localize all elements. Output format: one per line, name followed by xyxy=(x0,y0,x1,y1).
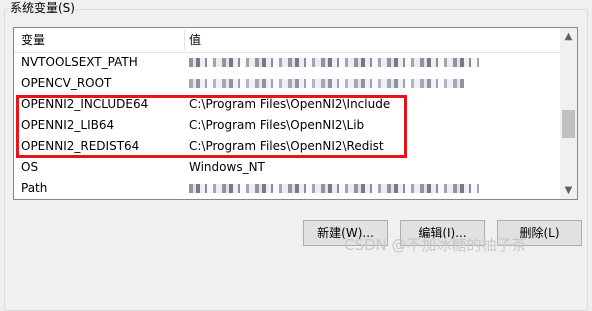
system-variables-title: 系统变量(S) xyxy=(8,1,77,15)
redacted-value xyxy=(189,79,464,88)
list-item[interactable]: OS Windows_NT xyxy=(14,157,561,178)
list-rows: NVTOOLSEXT_PATH OPENCV_ROOT OPENNI2_INCL… xyxy=(14,52,561,199)
variable-value: Windows_NT xyxy=(189,160,265,174)
column-divider[interactable] xyxy=(184,30,185,50)
list-item[interactable]: OPENNI2_LIB64 C:\Program Files\OpenNI2\L… xyxy=(14,115,561,136)
list-item[interactable]: Path xyxy=(14,178,561,199)
list-header: 变量 值 xyxy=(14,28,561,53)
variable-name: OPENNI2_REDIST64 xyxy=(21,139,140,153)
variable-name: OPENCV_ROOT xyxy=(21,76,112,90)
scroll-up-arrow-icon[interactable]: ▲ xyxy=(560,28,577,45)
watermark: CSDN @不加冰糖的柚子茶 xyxy=(344,236,527,254)
system-variables-list[interactable]: 变量 值 NVTOOLSEXT_PATH OPENCV_ROOT OPENNI2… xyxy=(13,27,578,200)
list-item[interactable]: OPENCV_ROOT xyxy=(14,73,561,94)
list-item[interactable]: OPENNI2_REDIST64 C:\Program Files\OpenNI… xyxy=(14,136,561,157)
variable-value: C:\Program Files\OpenNI2\Lib xyxy=(189,118,365,132)
variable-name: OPENNI2_INCLUDE64 xyxy=(21,97,149,111)
column-header-value[interactable]: 值 xyxy=(189,28,201,52)
scrollbar-thumb[interactable] xyxy=(562,110,575,138)
redacted-value xyxy=(189,58,479,67)
list-item[interactable]: NVTOOLSEXT_PATH xyxy=(14,52,561,73)
column-header-variable[interactable]: 变量 xyxy=(21,28,45,52)
variable-name: OPENNI2_LIB64 xyxy=(21,118,115,132)
list-item[interactable]: OPENNI2_INCLUDE64 C:\Program Files\OpenN… xyxy=(14,94,561,115)
variable-value: C:\Program Files\OpenNI2\Include xyxy=(189,97,391,111)
variable-name: OS xyxy=(21,160,39,174)
variable-value: C:\Program Files\OpenNI2\Redist xyxy=(189,139,384,153)
scroll-down-arrow-icon[interactable]: ▼ xyxy=(560,182,577,199)
variable-name: NVTOOLSEXT_PATH xyxy=(21,55,138,69)
variable-name: Path xyxy=(21,181,48,195)
redacted-value xyxy=(189,184,479,193)
vertical-scrollbar[interactable]: ▲ ▼ xyxy=(560,28,577,199)
